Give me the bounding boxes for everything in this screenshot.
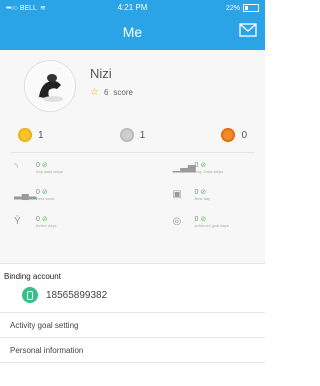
- bronze-medal: 0: [221, 128, 247, 142]
- stat-label: Active days: [36, 223, 57, 228]
- settings-menu: Activity goal setting Personal informati…: [0, 312, 265, 377]
- arrow-up-icon: ⊘: [200, 216, 207, 223]
- stat-label: Best week: [36, 196, 55, 201]
- stat-value: 0: [36, 216, 40, 223]
- arrow-up-icon: ⊘: [200, 162, 207, 169]
- score-label: score: [113, 88, 133, 97]
- menu-item-personal-info[interactable]: Personal information: [0, 337, 265, 362]
- menu-item-partial[interactable]: [0, 362, 265, 377]
- gold-count: 1: [38, 129, 44, 141]
- binding-title: Binding account: [4, 272, 61, 281]
- stat-item: ▣ 0 ⊘ Best day: [133, 188, 252, 202]
- medal-row: 1 1 0: [10, 128, 255, 142]
- arrow-up-icon: ⊘: [41, 189, 48, 196]
- stat-item: ▂▄▂ 0 ⊘ Best week: [14, 188, 133, 202]
- moon-icon: ◝: [14, 161, 18, 173]
- score-line: ☆ 6 score: [90, 87, 133, 98]
- binding-section: Binding account 18565899382: [0, 264, 265, 303]
- bar-chart-icon: ▁▃▅: [172, 161, 196, 173]
- menu-item-activity-goal[interactable]: Activity goal setting: [0, 312, 265, 337]
- avatar[interactable]: [24, 60, 76, 112]
- status-time: 4:21 PM: [117, 3, 148, 12]
- arrow-up-icon: ⊘: [41, 162, 48, 169]
- arrow-up-icon: ⊘: [200, 189, 207, 196]
- stat-item: ◝ 0 ⊘ Any daily steps: [14, 161, 133, 175]
- header: •••○○ BELL ≋ 22% 4:21 PM Me: [0, 0, 265, 50]
- gold-medal: 1: [18, 128, 44, 142]
- menu-item-label: Personal information: [10, 345, 84, 355]
- avatar-image: [27, 63, 73, 109]
- silver-medal-icon: [119, 128, 134, 142]
- stat-value: 0: [194, 189, 199, 196]
- menu-item-label: Activity goal setting: [10, 320, 79, 330]
- target-icon: ◎: [172, 215, 182, 227]
- me-screen: •••○○ BELL ≋ 22% 4:21 PM Me Nizi ☆ 6 sco…: [0, 0, 265, 386]
- stats-grid: ◝ 0 ⊘ Any daily steps ▁▃▅ 0 ⊘ Avg. Daily s…: [10, 161, 255, 229]
- title-bar: Me: [0, 18, 265, 46]
- week-chart-icon: ▂▄▂: [14, 188, 37, 200]
- calendar-icon: ▣: [172, 188, 182, 200]
- divider: [10, 152, 255, 153]
- score-value: 6: [103, 88, 109, 97]
- profile-card: Nizi ☆ 6 score 1 1 0 ◝ 0 ⊘ Any daily ste…: [0, 50, 265, 264]
- stat-item: Ÿ 0 ⊘ Active days: [14, 215, 133, 229]
- stat-value: 0: [36, 162, 40, 169]
- stat-item: ▁▃▅ 0 ⊘ Avg. Daily steps: [133, 161, 252, 175]
- stat-item: ◎ 0 ⊘ achieved goal days: [133, 215, 252, 229]
- phone-icon: [22, 287, 38, 303]
- stat-value: 0: [36, 189, 40, 196]
- stat-value: 0: [194, 216, 199, 223]
- bronze-medal-icon: [221, 128, 236, 142]
- page-title: Me: [122, 24, 143, 40]
- stat-value: 0: [194, 162, 199, 169]
- envelope-icon[interactable]: [239, 23, 257, 37]
- phone-number: 18565899382: [46, 289, 108, 301]
- star-icon: ☆: [90, 87, 99, 98]
- stat-label: achieved goal days: [194, 223, 229, 228]
- bronze-count: 0: [241, 129, 247, 141]
- gold-medal-icon: [18, 128, 32, 142]
- stat-label: Any daily steps: [36, 169, 63, 174]
- user-name: Nizi: [90, 66, 112, 81]
- silver-medal: 1: [119, 128, 146, 142]
- stat-label: Best day: [194, 196, 211, 201]
- silver-count: 1: [139, 129, 146, 141]
- stat-label: Avg. Daily steps: [194, 169, 224, 174]
- arrow-up-icon: ⊘: [41, 216, 48, 223]
- trophy-icon: Ÿ: [14, 215, 21, 227]
- binding-phone-row[interactable]: 18565899382: [4, 287, 261, 303]
